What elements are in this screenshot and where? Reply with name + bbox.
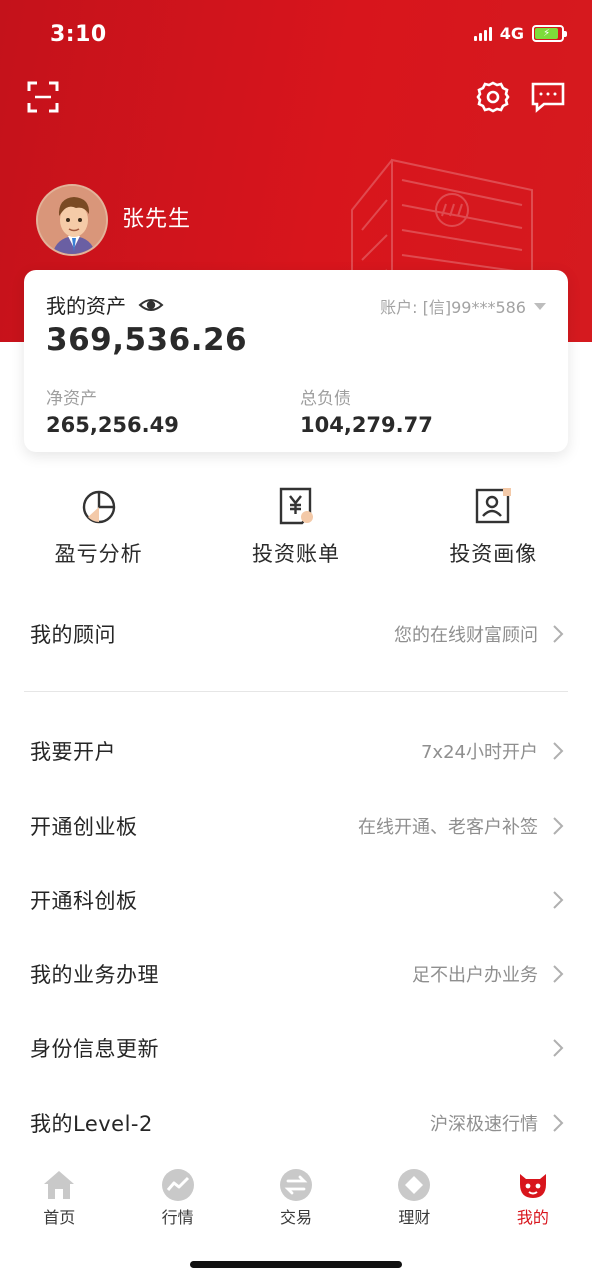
chevron-right-icon [553,965,564,983]
menu-item-advisor[interactable]: 我的顾问 您的在线财富顾问 [0,604,592,664]
liabilities-value: 104,279.77 [300,413,433,437]
avatar[interactable] [36,184,108,256]
menu-item-label: 我的顾问 [30,623,116,647]
quick-action-label: 投资画像 [449,542,538,566]
menu-item-business[interactable]: 我的业务办理 足不出户办业务 [0,944,592,1004]
tab-label: 理财 [398,1208,431,1227]
scan-icon[interactable] [26,80,60,114]
chevron-right-icon [553,625,564,643]
menu-item-hint: 足不出户办业务 [412,965,538,986]
battery-icon: ⚡ [532,25,567,42]
chevron-right-icon [553,817,564,835]
bottom-tab-bar: 首页 行情 交易 理财 我的 [0,1160,592,1232]
eye-icon[interactable] [138,296,164,314]
divider [24,691,568,692]
quick-action-investment-portrait[interactable]: 投资画像 [395,486,592,582]
total-assets-value: 369,536.26 [46,322,248,358]
bill-icon [279,487,313,525]
menu-item-label: 我的业务办理 [30,963,159,987]
market-icon [161,1169,194,1201]
quick-action-profit-analysis[interactable]: 盈亏分析 [0,486,197,582]
menu-item-identity-update[interactable]: 身份信息更新 [0,1018,592,1078]
account-label: 账户: [信]99***586 [380,298,526,317]
menu-item-chinext[interactable]: 开通创业板 在线开通、老客户补签 [0,796,592,856]
net-assets-value: 265,256.49 [46,413,179,437]
user-name: 张先生 [122,207,192,232]
avatar-illustration-icon [38,186,106,254]
gear-icon[interactable] [476,80,510,114]
menu-item-label: 开通创业板 [30,815,138,839]
menu-item-hint: 沪深极速行情 [430,1114,538,1135]
tab-home[interactable]: 首页 [0,1160,118,1232]
quick-action-label: 盈亏分析 [54,542,143,566]
quick-actions: 盈亏分析 投资账单 投资画像 [0,486,592,582]
net-assets-label: 净资产 [46,389,97,409]
tab-market[interactable]: 行情 [118,1160,236,1232]
chevron-right-icon [553,891,564,909]
tab-trade[interactable]: 交易 [237,1160,355,1232]
wealth-icon [398,1169,431,1201]
quick-action-investment-bill[interactable]: 投资账单 [197,486,394,582]
account-selector[interactable]: 账户: [信]99***586 [380,294,546,318]
chevron-right-icon [553,1039,564,1057]
menu-item-label: 我要开户 [30,740,116,764]
trade-icon [280,1169,313,1201]
tab-label: 首页 [43,1208,76,1227]
mine-icon [519,1174,546,1198]
menu-item-level2[interactable]: 我的Level-2 沪深极速行情 [0,1093,592,1153]
tab-label: 行情 [161,1208,194,1227]
home-indicator[interactable] [190,1261,402,1268]
asset-card-title: 我的资产 [46,290,164,319]
signal-icon [473,26,492,41]
portrait-icon [476,488,512,524]
asset-card[interactable]: 我的资产 账户: [信]99***586 369,536.26 净资产 265,… [24,270,568,452]
battery-charging-icon: ⚡ [535,28,559,39]
menu-item-label: 我的Level-2 [30,1112,153,1136]
tab-wealth[interactable]: 理财 [355,1160,473,1232]
message-icon[interactable] [530,81,566,113]
user-profile[interactable]: 张先生 [36,184,191,256]
status-bar: 3:10 4G ⚡ [0,0,592,70]
menu-item-hint: 您的在线财富顾问 [394,625,538,646]
tab-label: 交易 [280,1208,313,1227]
network-label: 4G [499,24,524,43]
quick-action-label: 投资账单 [251,542,340,566]
menu-item-label: 身份信息更新 [30,1037,159,1061]
tab-mine[interactable]: 我的 [474,1160,592,1232]
status-time: 3:10 [50,22,107,47]
pie-chart-icon [82,490,115,524]
top-toolbar [0,76,592,120]
menu-item-hint: 在线开通、老客户补签 [358,817,538,838]
menu-item-open-account[interactable]: 我要开户 7x24小时开户 [0,721,592,781]
chevron-right-icon [553,1114,564,1132]
menu-item-hint: 7x24小时开户 [420,742,538,763]
dropdown-icon [534,302,546,310]
menu-item-label: 开通科创板 [30,889,138,913]
tab-label: 我的 [516,1208,549,1227]
home-icon [44,1171,75,1199]
status-indicators: 4G ⚡ [473,24,567,43]
chevron-right-icon [553,742,564,760]
liabilities-label: 总负债 [300,389,351,409]
menu-item-star-market[interactable]: 开通科创板 [0,870,592,930]
assets-title: 我的资产 [46,294,126,318]
